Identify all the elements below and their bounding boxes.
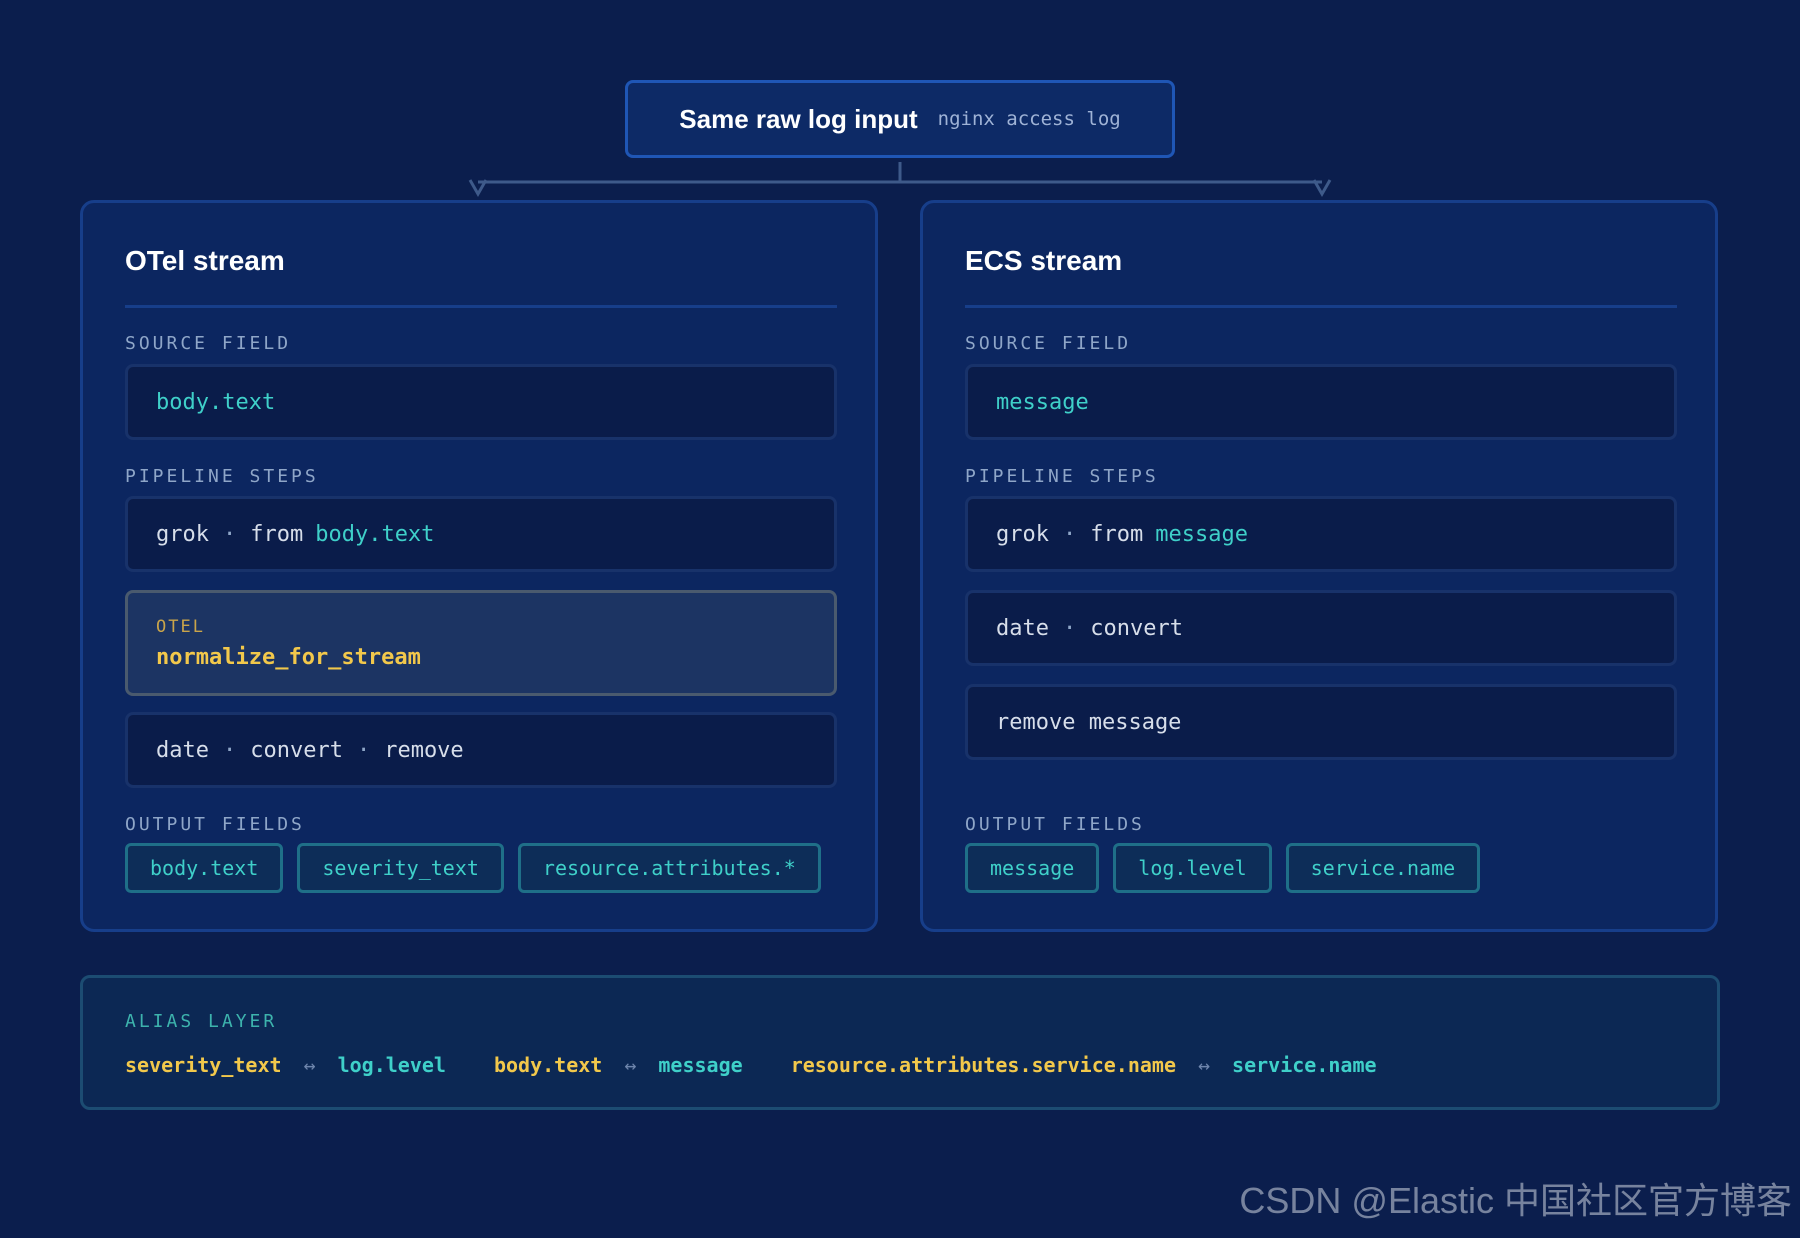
separator: ·: [222, 737, 237, 763]
input-subtitle: nginx access log: [937, 108, 1121, 130]
separator: ·: [356, 737, 371, 763]
separator: ·: [222, 521, 237, 547]
output-fields-label: OUTPUT FIELDS: [125, 814, 305, 835]
alias-ecs-field: service.name: [1232, 1053, 1377, 1077]
step-field: message: [1155, 521, 1248, 547]
bidirectional-arrow-icon: ↔: [303, 1053, 316, 1077]
source-field-label: SOURCE FIELD: [965, 333, 1132, 354]
step-date: date: [996, 615, 1049, 641]
step-field: body.text: [315, 521, 435, 547]
step-convert: convert: [250, 737, 343, 763]
source-field-value: message: [996, 389, 1089, 415]
step-convert: convert: [1090, 615, 1183, 641]
output-fields-label: OUTPUT FIELDS: [965, 814, 1145, 835]
ecs-remove-step: remove message: [965, 684, 1677, 760]
step-date: date: [156, 737, 209, 763]
separator: ·: [1062, 615, 1077, 641]
output-field-chip: service.name: [1285, 843, 1481, 893]
step-name: grok: [156, 521, 209, 547]
watermark: CSDN @Elastic 中国社区官方博客: [1239, 1180, 1792, 1221]
otel-source-field: body.text: [125, 364, 837, 440]
output-field-chip: resource.attributes.*: [517, 843, 821, 893]
output-field-chip: severity_text: [297, 843, 504, 893]
raw-log-input-box: Same raw log input nginx access log: [625, 80, 1175, 158]
step-remove: remove: [384, 737, 464, 763]
arrow-down-icon: [468, 179, 488, 198]
otel-stream-panel: OTel stream SOURCE FIELD body.text PIPEL…: [80, 200, 878, 932]
separator: ·: [1062, 521, 1077, 547]
ecs-stream-title: ECS stream: [965, 245, 1123, 276]
otel-normalize-step: OTEL normalize_for_stream: [125, 590, 837, 696]
pipeline-steps-label: PIPELINE STEPS: [965, 466, 1159, 487]
source-field-label: SOURCE FIELD: [125, 333, 292, 354]
divider: [125, 305, 837, 308]
otel-grok-step: grok · from body.text: [125, 496, 837, 572]
alias-otel-field: resource.attributes.service.name: [790, 1053, 1176, 1077]
step-name: grok: [996, 521, 1049, 547]
otel-post-steps: date · convert · remove: [125, 712, 837, 788]
alias-layer-label: ALIAS LAYER: [125, 1011, 278, 1032]
arrow-down-icon: [1312, 179, 1332, 198]
ecs-stream-panel: ECS stream SOURCE FIELD message PIPELINE…: [920, 200, 1718, 932]
output-field-chip: log.level: [1113, 843, 1272, 893]
alias-otel-field: body.text: [493, 1053, 603, 1077]
alias-ecs-field: log.level: [337, 1053, 446, 1077]
output-field-chip: message: [965, 843, 1100, 893]
alias-pair: body.text ↔ message: [494, 1053, 743, 1077]
ecs-source-field: message: [965, 364, 1677, 440]
source-field-value: body.text: [156, 389, 276, 415]
ecs-output-fields: message log.level service.name: [965, 843, 1481, 893]
alias-mappings: severity_text ↔ log.level body.text ↔ me…: [125, 1053, 1425, 1077]
ecs-date-step: date · convert: [965, 590, 1677, 666]
step-from: from: [250, 521, 304, 547]
alias-layer-panel: ALIAS LAYER severity_text ↔ log.level bo…: [80, 975, 1720, 1110]
alias-pair: resource.attributes.service.name ↔ servi…: [791, 1053, 1377, 1077]
alias-otel-field: severity_text: [125, 1053, 282, 1077]
bidirectional-arrow-icon: ↔: [624, 1053, 637, 1077]
step-remove-message: remove message: [996, 709, 1182, 735]
divider: [965, 305, 1677, 308]
step-from: from: [1090, 521, 1144, 547]
output-field-chip: body.text: [125, 843, 284, 893]
ecs-grok-step: grok · from message: [965, 496, 1677, 572]
otel-stream-title: OTel stream: [125, 245, 285, 276]
alias-pair: severity_text ↔ log.level: [125, 1053, 446, 1077]
otel-tag: OTEL: [156, 616, 205, 637]
pipeline-steps-label: PIPELINE STEPS: [125, 466, 319, 487]
bidirectional-arrow-icon: ↔: [1198, 1053, 1211, 1077]
input-title: Same raw log input: [679, 103, 918, 134]
alias-ecs-field: message: [658, 1053, 743, 1077]
otel-output-fields: body.text severity_text resource.attribu…: [125, 843, 821, 893]
normalize-step-name: normalize_for_stream: [156, 644, 421, 670]
